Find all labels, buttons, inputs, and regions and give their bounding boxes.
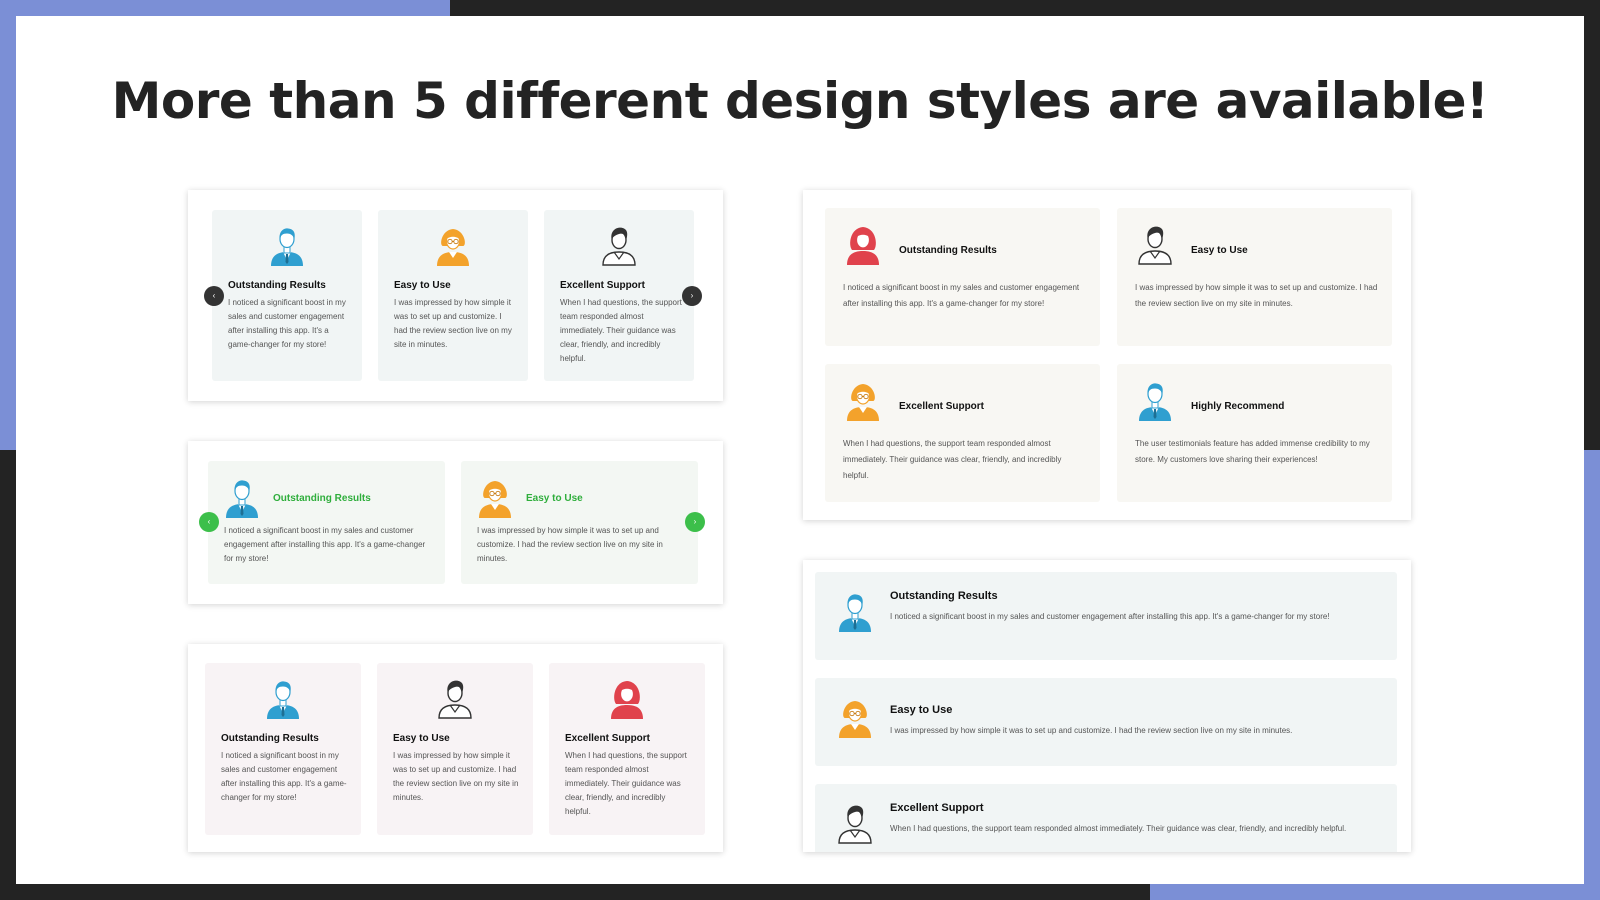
card-text: I was impressed by how simple it was to … bbox=[393, 751, 519, 802]
card-text: The user testimonials feature has added … bbox=[1135, 439, 1370, 464]
card-title: Easy to Use bbox=[526, 493, 583, 504]
male-avatar-outline-icon bbox=[835, 802, 875, 844]
testimonial-card: Easy to Use I was impressed by how simpl… bbox=[1117, 208, 1392, 346]
card-text: When I had questions, the support team r… bbox=[565, 751, 687, 816]
female-glasses-avatar-orange-icon bbox=[433, 224, 473, 266]
card-text: I noticed a significant boost in my sale… bbox=[843, 283, 1080, 308]
card-title: Easy to Use bbox=[393, 733, 450, 744]
male-avatar-blue-icon bbox=[1135, 379, 1175, 421]
style-preview-carousel-three: Outstanding Results I noticed a signific… bbox=[188, 190, 723, 401]
page-title: More than 5 different design styles are … bbox=[111, 72, 1489, 130]
testimonial-card: Outstanding Results I noticed a signific… bbox=[825, 208, 1100, 346]
style-preview-list: Outstanding Results I noticed a signific… bbox=[803, 560, 1411, 852]
card-title: Excellent Support bbox=[890, 802, 984, 814]
style-preview-grid-two-by-two: Outstanding Results I noticed a signific… bbox=[803, 190, 1411, 520]
style-preview-grid-three: Outstanding Results I noticed a signific… bbox=[188, 644, 723, 852]
card-text: When I had questions, the support team r… bbox=[560, 298, 682, 363]
card-text: When I had questions, the support team r… bbox=[843, 439, 1062, 480]
testimonial-card: Highly Recommend The user testimonials f… bbox=[1117, 364, 1392, 502]
card-title: Excellent Support bbox=[560, 280, 646, 291]
female-glasses-avatar-orange-icon bbox=[835, 696, 875, 738]
male-avatar-outline-icon bbox=[599, 224, 639, 266]
card-text: I was impressed by how simple it was to … bbox=[890, 726, 1293, 735]
female-avatar-red-icon bbox=[607, 677, 647, 719]
card-title: Outstanding Results bbox=[890, 590, 998, 602]
card-title: Outstanding Results bbox=[228, 280, 326, 291]
card-text: I noticed a significant boost in my sale… bbox=[228, 298, 346, 349]
card-title: Outstanding Results bbox=[273, 493, 371, 504]
testimonial-card: Excellent Support When I had questions, … bbox=[549, 663, 705, 835]
list-item: Easy to Use I was impressed by how simpl… bbox=[815, 678, 1397, 766]
testimonial-card: Easy to Use I was impressed by how simpl… bbox=[377, 663, 533, 835]
female-glasses-avatar-orange-icon bbox=[843, 379, 883, 421]
list-item: Excellent Support When I had questions, … bbox=[815, 784, 1397, 852]
testimonial-card: Excellent Support When I had questions, … bbox=[544, 210, 694, 381]
card-text: I noticed a significant boost in my sale… bbox=[890, 612, 1330, 621]
male-avatar-outline-icon bbox=[1135, 223, 1175, 265]
male-avatar-outline-icon bbox=[435, 677, 475, 719]
male-avatar-blue-icon bbox=[267, 224, 307, 266]
card-title: Easy to Use bbox=[1191, 245, 1248, 256]
female-glasses-avatar-orange-icon bbox=[475, 476, 515, 518]
card-text: I was impressed by how simple it was to … bbox=[1135, 283, 1378, 308]
male-avatar-blue-icon bbox=[222, 476, 262, 518]
style-preview-carousel-two: Outstanding Results I noticed a signific… bbox=[188, 441, 723, 604]
testimonial-card: Outstanding Results I noticed a signific… bbox=[208, 461, 445, 584]
carousel-prev-button[interactable]: ‹ bbox=[204, 286, 224, 306]
dark-band-top bbox=[450, 0, 1600, 16]
female-avatar-red-icon bbox=[843, 223, 883, 265]
card-title: Easy to Use bbox=[890, 704, 953, 716]
testimonial-card: Outstanding Results I noticed a signific… bbox=[205, 663, 361, 835]
carousel-next-button[interactable]: › bbox=[685, 512, 705, 532]
card-text: When I had questions, the support team r… bbox=[890, 824, 1347, 833]
list-item: Outstanding Results I noticed a signific… bbox=[815, 572, 1397, 660]
card-title: Outstanding Results bbox=[221, 733, 319, 744]
carousel-next-button[interactable]: › bbox=[682, 286, 702, 306]
card-text: I was impressed by how simple it was to … bbox=[394, 298, 512, 349]
card-title: Excellent Support bbox=[565, 733, 651, 744]
carousel-prev-button[interactable]: ‹ bbox=[199, 512, 219, 532]
card-text: I noticed a significant boost in my sale… bbox=[221, 751, 347, 802]
card-title: Easy to Use bbox=[394, 280, 451, 291]
testimonial-card: Easy to Use I was impressed by how simpl… bbox=[378, 210, 528, 381]
card-title: Highly Recommend bbox=[1191, 401, 1285, 412]
card-text: I was impressed by how simple it was to … bbox=[477, 526, 663, 563]
male-avatar-blue-icon bbox=[835, 590, 875, 632]
card-title: Excellent Support bbox=[899, 401, 985, 412]
card-text: I noticed a significant boost in my sale… bbox=[224, 526, 426, 563]
card-title: Outstanding Results bbox=[899, 245, 997, 256]
testimonial-card: Easy to Use I was impressed by how simpl… bbox=[461, 461, 698, 584]
testimonial-card: Outstanding Results I noticed a signific… bbox=[212, 210, 362, 381]
male-avatar-blue-icon bbox=[263, 677, 303, 719]
testimonial-card: Excellent Support When I had questions, … bbox=[825, 364, 1100, 502]
